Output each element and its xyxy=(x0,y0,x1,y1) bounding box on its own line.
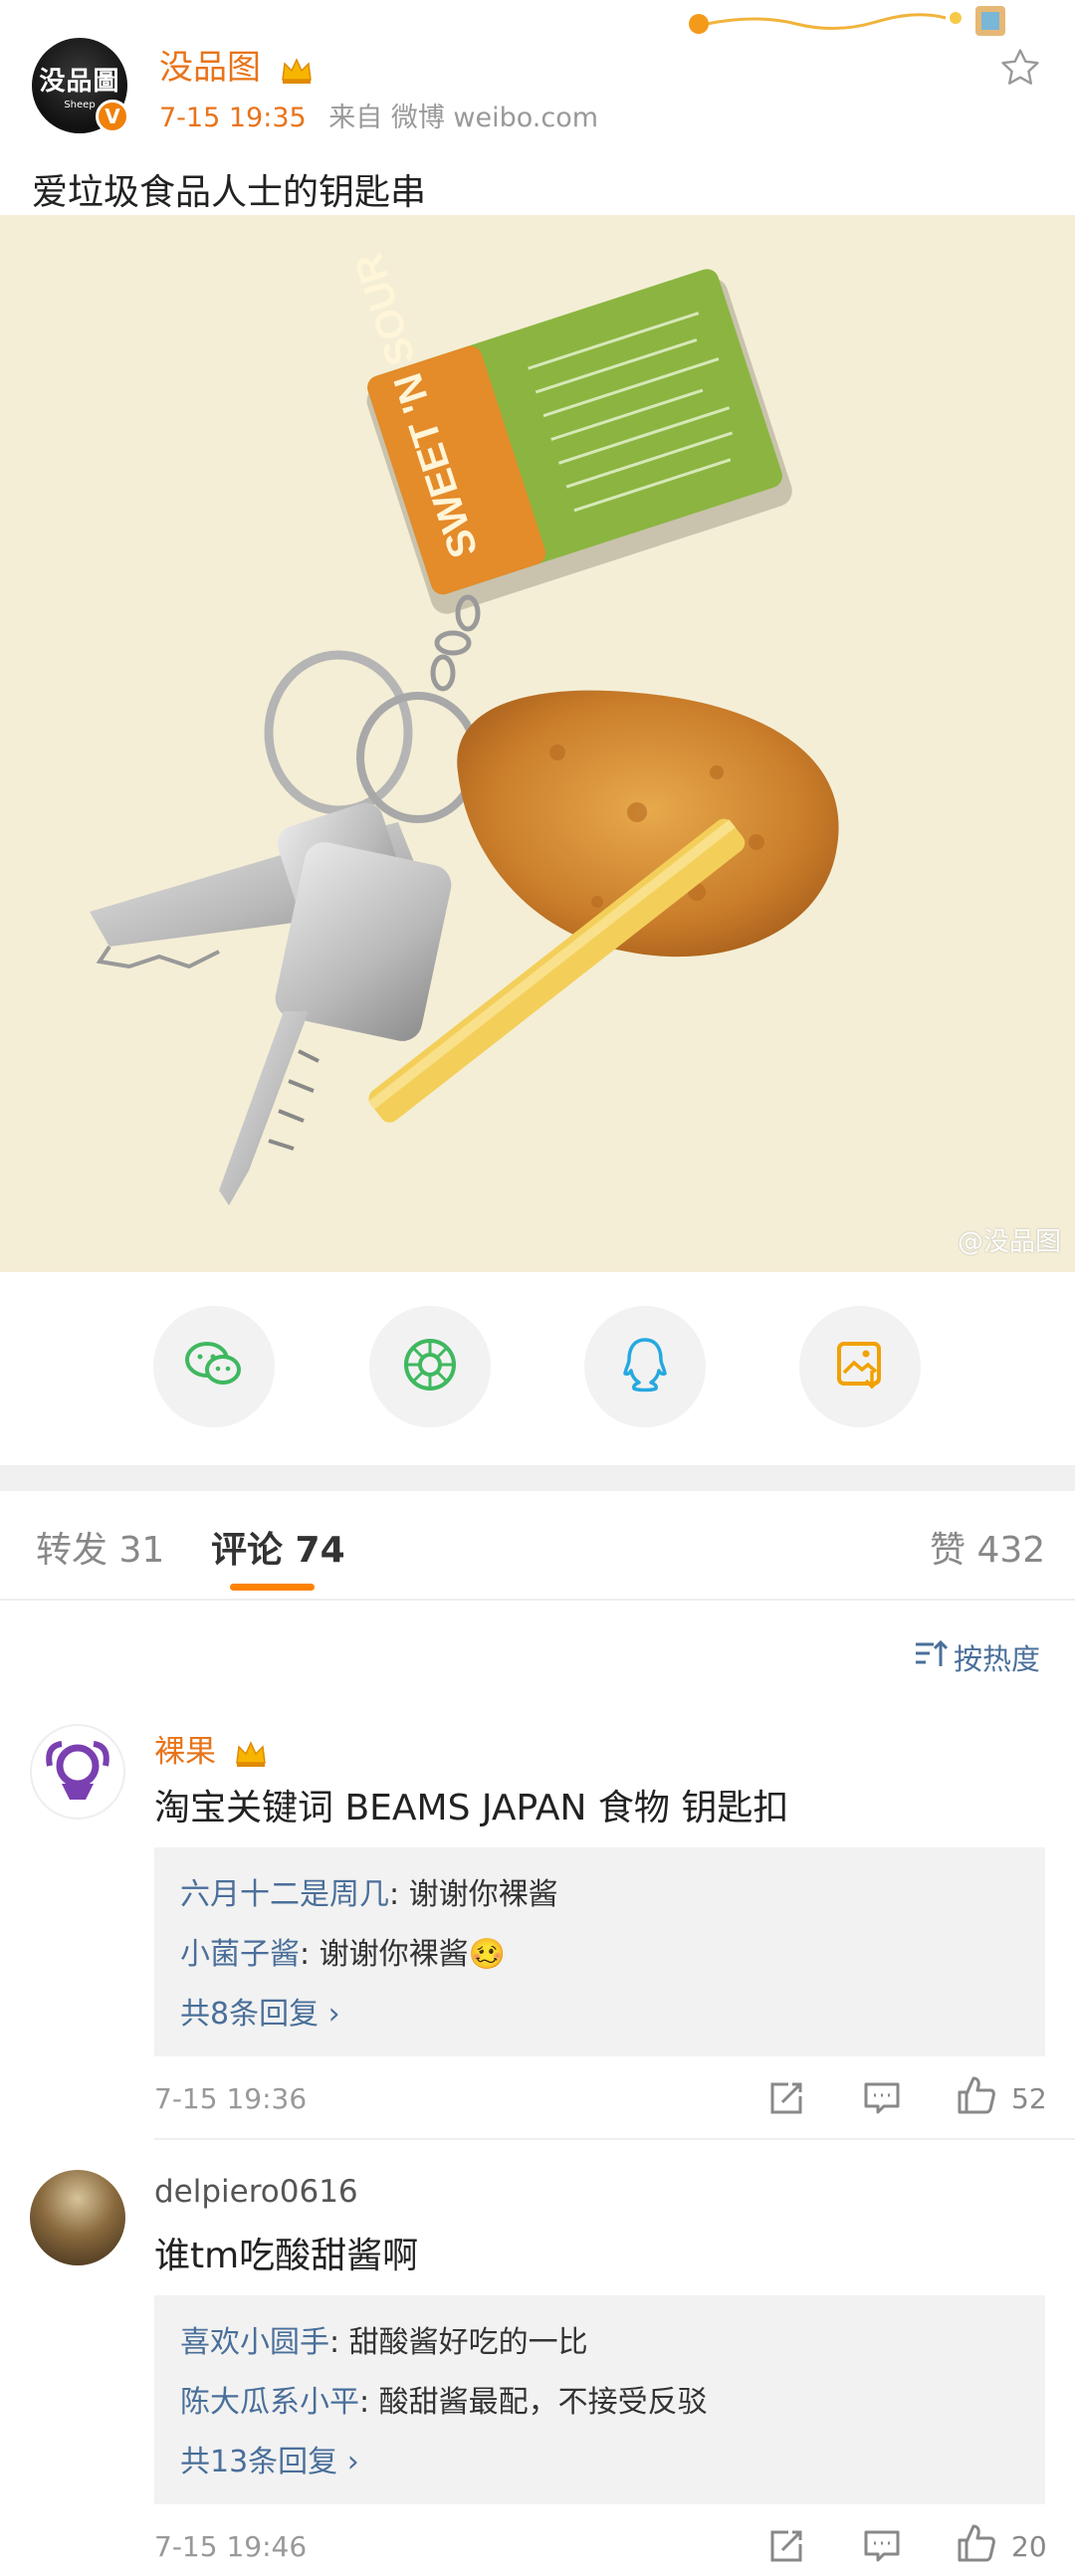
tab-comments[interactable]: 评论 74 xyxy=(211,1521,345,1573)
post-time: 7-15 19:35 xyxy=(159,103,307,133)
comment-time: 7-15 19:46 xyxy=(154,2530,308,2563)
more-replies-link[interactable]: 共13条回复 › xyxy=(180,2437,359,2480)
favorite-star-icon[interactable] xyxy=(998,46,1042,90)
sauce-packet: SWEET 'N SOUR xyxy=(346,248,792,614)
tab-likes[interactable]: 赞 432 xyxy=(930,1521,1045,1573)
verified-badge: V xyxy=(96,100,129,133)
share-qq-button[interactable] xyxy=(584,1306,706,1427)
reply-text: : 甜酸酱好吃的一比 xyxy=(329,2325,588,2360)
sort-label: 按热度 xyxy=(954,1642,1041,1676)
moments-icon xyxy=(402,1337,458,1396)
sort-icon xyxy=(914,1638,949,1677)
like-count: 52 xyxy=(1011,2082,1047,2115)
sort-by-hot-button[interactable]: 按热度 xyxy=(914,1636,1040,1678)
tabs-divider xyxy=(0,1599,1075,1601)
share-moments-button[interactable] xyxy=(369,1306,491,1427)
reply-line: 喜欢小圆手: 甜酸酱好吃的一比 xyxy=(180,2317,588,2361)
like-icon[interactable] xyxy=(956,2074,995,2114)
like-icon[interactable] xyxy=(956,2522,995,2562)
qq-icon xyxy=(620,1336,670,1397)
save-image-button[interactable] xyxy=(799,1306,921,1427)
comment-author[interactable]: 裸果 xyxy=(154,1734,216,1770)
avatar-text: 没品圖 xyxy=(39,67,120,97)
comment-author[interactable]: delpiero0616 xyxy=(154,2174,358,2210)
comment-avatar[interactable] xyxy=(30,2170,125,2265)
section-divider xyxy=(0,1465,1075,1491)
post-meta: 7-15 19:35 来自 微博 weibo.com xyxy=(159,96,598,134)
post-image[interactable]: SWEET 'N SOUR @没品图 xyxy=(0,215,1075,1272)
author-name-row[interactable]: 没品图 xyxy=(159,40,314,89)
crown-icon xyxy=(234,1739,268,1769)
comment-text: 淘宝关键词 BEAMS JAPAN 食物 钥匙扣 xyxy=(154,1788,789,1828)
comment-separator xyxy=(154,2138,1075,2140)
reply-author[interactable]: 陈大瓜系小平 xyxy=(180,2385,359,2420)
image-watermark: @没品图 xyxy=(957,1227,1061,1257)
active-tab-indicator xyxy=(230,1584,315,1591)
repost-icon[interactable] xyxy=(766,2078,806,2118)
comment-icon[interactable] xyxy=(862,2078,902,2118)
wechat-icon xyxy=(183,1338,245,1395)
header-decoration xyxy=(677,4,1015,40)
post-source: 来自 微博 weibo.com xyxy=(328,103,599,133)
comment-text: 谁tm吃酸甜酱啊 xyxy=(154,2236,419,2276)
share-wechat-button[interactable] xyxy=(153,1306,275,1427)
more-replies-link[interactable]: 共8条回复 › xyxy=(180,1989,340,2033)
reply-text: : 谢谢你裸酱🥴 xyxy=(300,1937,506,1972)
avatar-subtext: Sheep xyxy=(64,100,96,110)
reply-author[interactable]: 六月十二是周几 xyxy=(180,1877,389,1912)
comment-icon[interactable] xyxy=(862,2526,902,2566)
reply-text: : 酸甜酱最配，不接受反驳 xyxy=(359,2385,708,2420)
post-text: 爱垃圾食品人士的钥匙串 xyxy=(32,172,427,213)
comment-author-row[interactable]: 裸果 xyxy=(154,1726,268,1771)
like-count: 20 xyxy=(1011,2530,1047,2563)
author-name[interactable]: 没品图 xyxy=(159,48,261,88)
reply-box[interactable]: 喜欢小圆手: 甜酸酱好吃的一比 陈大瓜系小平: 酸甜酱最配，不接受反驳 共13条… xyxy=(154,2295,1045,2504)
reply-author[interactable]: 喜欢小圆手 xyxy=(180,2325,329,2360)
reply-line: 陈大瓜系小平: 酸甜酱最配，不接受反驳 xyxy=(180,2377,708,2421)
comment-time: 7-15 19:36 xyxy=(154,2082,308,2115)
reply-line: 小菌子酱: 谢谢你裸酱🥴 xyxy=(180,1929,506,1973)
tab-reposts[interactable]: 转发 31 xyxy=(36,1521,164,1573)
reply-line: 六月十二是周几: 谢谢你裸酱 xyxy=(180,1869,558,1913)
comment-avatar[interactable] xyxy=(30,1724,125,1820)
image-download-icon xyxy=(834,1339,886,1395)
crown-icon xyxy=(280,55,314,85)
reply-box[interactable]: 六月十二是周几: 谢谢你裸酱 小菌子酱: 谢谢你裸酱🥴 共8条回复 › xyxy=(154,1847,1045,2056)
reply-author[interactable]: 小菌子酱 xyxy=(180,1937,300,1972)
reply-text: : 谢谢你裸酱 xyxy=(389,1877,558,1912)
repost-icon[interactable] xyxy=(766,2526,806,2566)
